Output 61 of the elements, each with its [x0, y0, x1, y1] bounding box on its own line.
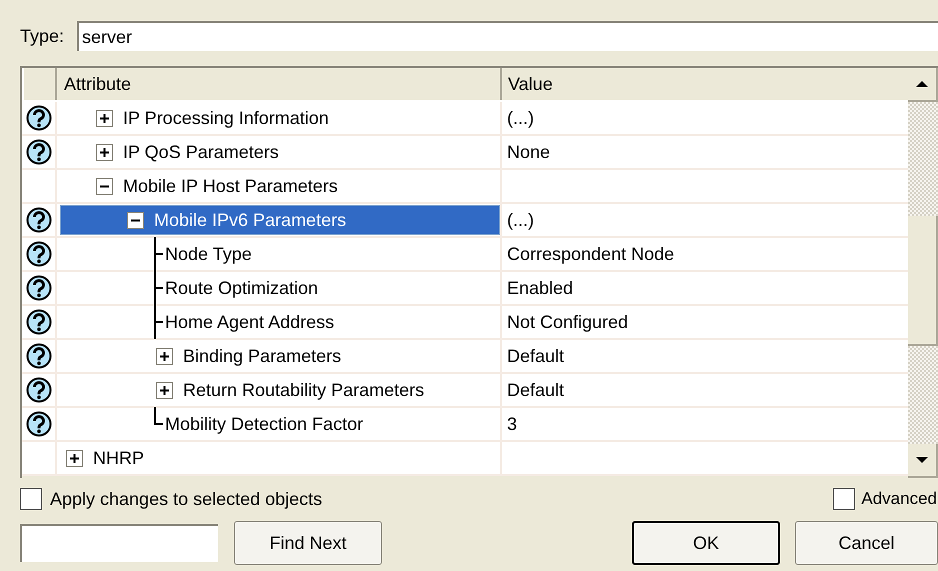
scrollbar[interactable] — [908, 68, 938, 478]
value-cell[interactable] — [502, 442, 908, 474]
checkbox[interactable] — [833, 488, 856, 510]
value-cell[interactable]: Default — [502, 340, 908, 372]
help-icon — [26, 343, 52, 369]
help-icon — [26, 207, 52, 233]
tree-line — [154, 271, 163, 305]
tree-item[interactable]: Route Optimization — [60, 273, 322, 303]
value-cell[interactable]: (...) — [502, 204, 908, 236]
expand-icon[interactable] — [156, 382, 173, 398]
help-icon — [26, 309, 52, 335]
down-arrow-icon — [915, 456, 930, 464]
tree-item[interactable]: IP QoS Parameters — [60, 137, 283, 167]
tree-item[interactable]: Binding Parameters — [60, 341, 346, 371]
collapse-icon[interactable] — [127, 212, 144, 228]
value-cell[interactable]: 3 — [502, 408, 908, 440]
expand-icon[interactable] — [66, 450, 83, 466]
collapse-icon[interactable] — [96, 178, 113, 194]
tree-item[interactable]: NHRP — [60, 443, 148, 473]
tree-item[interactable]: Home Agent Address — [60, 307, 338, 337]
checkbox[interactable] — [20, 488, 42, 510]
checkbox-label[interactable]: Advanced — [861, 486, 937, 512]
scroll-thumb[interactable] — [908, 216, 938, 346]
help-icon — [26, 241, 52, 267]
help-icon — [26, 275, 52, 301]
column-header[interactable]: Attribute — [57, 68, 502, 100]
header-cell — [22, 68, 57, 100]
scroll-up-button[interactable] — [908, 68, 938, 102]
value-cell[interactable]: Correspondent Node — [502, 238, 908, 270]
dialog-button[interactable]: Find Next — [234, 521, 382, 565]
tree-item[interactable]: Return Routability Parameters — [60, 375, 428, 405]
tree-item[interactable]: Node Type — [60, 239, 256, 269]
help-icon — [26, 139, 52, 165]
search-field[interactable] — [20, 524, 218, 562]
expand-icon[interactable] — [156, 348, 173, 364]
tree-line — [154, 305, 163, 339]
dialog-button[interactable]: OK — [632, 521, 780, 565]
value-cell[interactable] — [502, 170, 908, 202]
expand-icon[interactable] — [96, 144, 113, 160]
help-icon — [26, 377, 52, 403]
tree-item[interactable]: Mobility Detection Factor — [60, 409, 368, 439]
type-field[interactable]: server — [77, 21, 938, 51]
expand-icon[interactable] — [96, 110, 113, 126]
value-cell[interactable]: None — [502, 136, 908, 168]
tree-line — [154, 407, 163, 425]
help-icon — [26, 411, 52, 437]
dialog-button[interactable]: Cancel — [795, 521, 938, 565]
column-header[interactable]: Value — [502, 68, 908, 100]
tree-item[interactable]: IP Processing Information — [60, 103, 333, 133]
value-cell[interactable]: Enabled — [502, 272, 908, 304]
tree-item[interactable]: Mobile IP Host Parameters — [60, 171, 342, 201]
help-icon — [26, 105, 52, 131]
tree-item[interactable]: Mobile IPv6 Parameters — [60, 205, 500, 235]
type-label: Type: — [20, 24, 66, 48]
up-arrow-icon — [915, 80, 930, 88]
value-cell[interactable]: Not Configured — [502, 306, 908, 338]
tree-line — [154, 237, 163, 271]
value-cell[interactable]: (...) — [502, 102, 908, 134]
scroll-down-button[interactable] — [908, 444, 938, 478]
value-cell[interactable]: Default — [502, 374, 908, 406]
checkbox-label[interactable]: Apply changes to selected objects — [50, 486, 322, 512]
